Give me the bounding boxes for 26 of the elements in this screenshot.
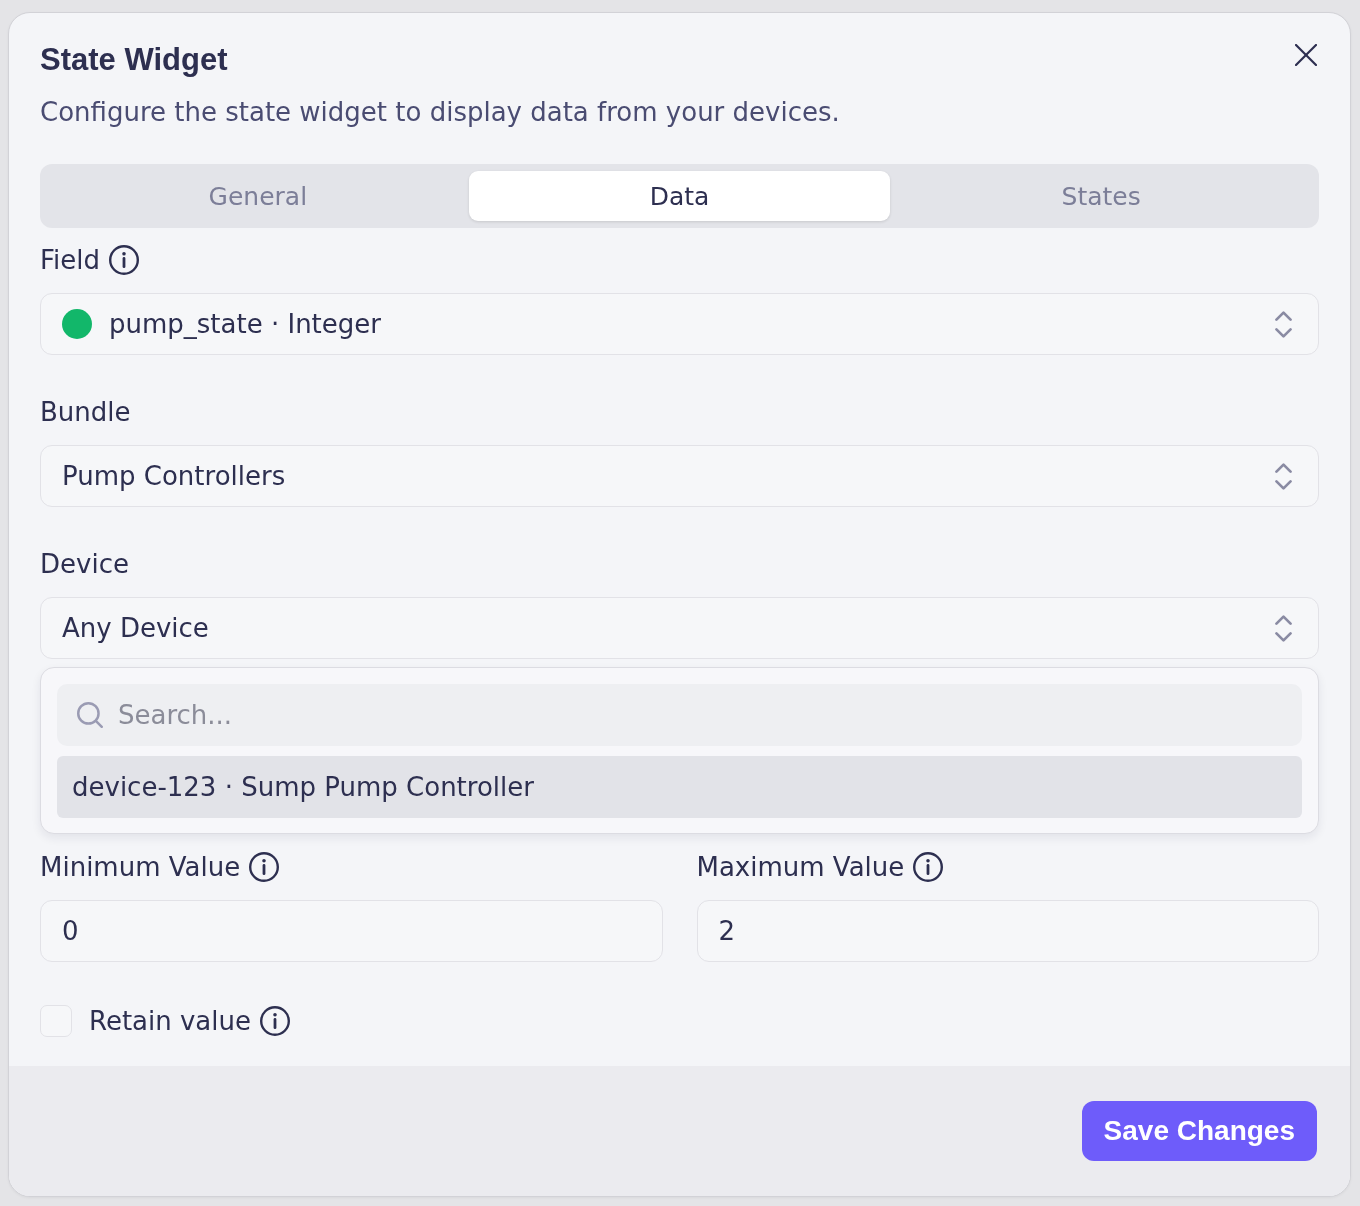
up-down-chevron-icon [1275, 614, 1292, 642]
close-button[interactable] [1295, 44, 1317, 66]
info-icon[interactable] [260, 1006, 290, 1036]
search-icon [77, 702, 103, 728]
tab[interactable]: Data [468, 171, 891, 221]
field-label: Maximum Value [696, 851, 905, 884]
checkbox-label: Retain value [89, 1005, 251, 1038]
dropdown-option[interactable]: device-123 · Sump Pump Controller [57, 756, 1302, 818]
info-icon[interactable] [249, 852, 280, 882]
save-button[interactable]: Save Changes [1081, 1101, 1317, 1161]
dropdown-select[interactable]: Any Device [40, 597, 1319, 659]
field-label: Device [40, 548, 129, 581]
up-down-chevron-icon [1275, 462, 1292, 490]
field-label: Bundle [40, 396, 131, 429]
input-field[interactable]: 2 [696, 900, 1319, 962]
info-icon[interactable] [913, 852, 944, 882]
search-field[interactable]: Search... [57, 684, 1302, 746]
field-label: Field [40, 244, 100, 277]
dropdown-select[interactable]: pump_state · Integer [40, 293, 1319, 355]
dialog-title: State Widget [40, 42, 228, 78]
up-down-chevron-icon [1275, 310, 1292, 338]
info-icon[interactable] [109, 245, 139, 275]
dialog-description: Configure the state widget to display data from your devices. [40, 96, 841, 129]
dropdown-select[interactable]: Pump Controllers [40, 445, 1319, 507]
field-label: Minimum Value [40, 851, 241, 884]
input-field[interactable]: 0 [40, 900, 663, 962]
